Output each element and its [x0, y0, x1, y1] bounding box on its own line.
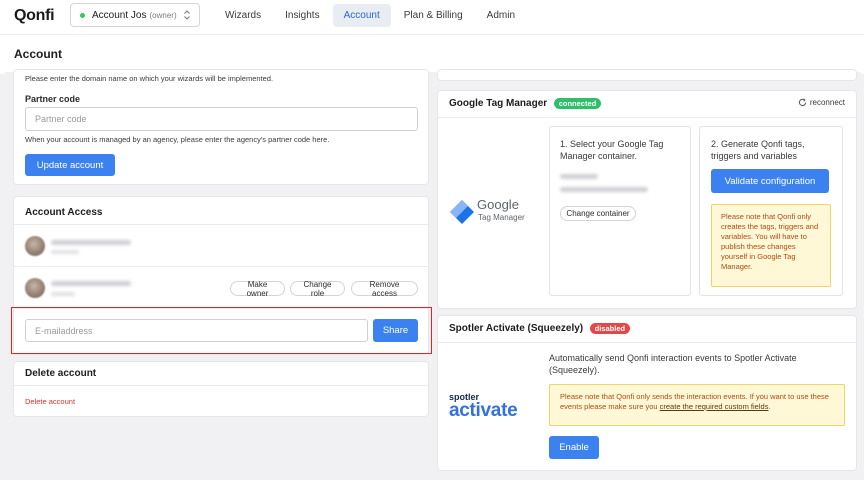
create-custom-fields-link[interactable]: create the required custom fields: [660, 402, 769, 411]
partner-code-label: Partner code: [25, 94, 81, 104]
spotler-note-end: .: [768, 402, 771, 411]
spotler-logo: spotler activate: [449, 392, 539, 428]
account-role: (owner): [149, 10, 177, 20]
chevron-up-down-icon: [184, 10, 190, 20]
top-navigation: Qonfi Account Jos (owner) Wizards Insigh…: [0, 0, 864, 34]
email-share-highlight: [11, 307, 432, 354]
divider: [14, 385, 428, 386]
status-dot-icon: [80, 12, 85, 18]
refresh-icon: [798, 98, 807, 107]
validate-configuration-button[interactable]: Validate configuration: [711, 169, 829, 193]
spotler-header: Spotler Activate (Squeezely) disabled: [449, 323, 631, 335]
update-account-button[interactable]: Update account: [25, 154, 115, 176]
gtm-logo-tag-manager: Tag Manager: [478, 213, 525, 222]
container-id-blurred: [560, 187, 648, 192]
enable-button[interactable]: Enable: [549, 436, 599, 459]
divider: [438, 117, 856, 118]
delete-account-title: Delete account: [25, 368, 97, 379]
divider: [14, 224, 428, 225]
partner-code-input[interactable]: [25, 107, 418, 131]
spotler-title: Spotler Activate (Squeezely): [449, 323, 584, 334]
remove-access-button[interactable]: Remove access: [351, 280, 418, 298]
gtm-title: Google Tag Manager: [449, 98, 548, 109]
gtm-logo-google: Google: [477, 197, 519, 212]
user-avatar: [25, 236, 45, 256]
reconnect-link[interactable]: reconnect: [798, 98, 845, 107]
divider: [14, 266, 428, 267]
account-name: Account Jos: [92, 9, 147, 21]
page-title: Account: [14, 47, 62, 61]
nav-account[interactable]: Account: [332, 4, 391, 27]
account-settings-card: Please enter the domain name on which yo…: [14, 70, 428, 184]
content-area: Please enter the domain name on which yo…: [5, 70, 861, 478]
make-owner-button[interactable]: Make owner: [230, 280, 285, 298]
user-avatar: [25, 278, 45, 298]
disabled-badge: disabled: [589, 323, 631, 335]
main-nav: Wizards Insights Account Plan & Billing …: [214, 4, 528, 27]
tag-manager-icon: [450, 200, 474, 224]
gtm-step-1-text: 1. Select your Google Tag Manager contai…: [560, 139, 664, 161]
spotler-note: Please note that Qonfi only sends the in…: [549, 384, 845, 426]
gtm-step-1-box: 1. Select your Google Tag Manager contai…: [549, 126, 691, 296]
delete-account-link[interactable]: Delete account: [25, 397, 75, 406]
integration-card-top: [438, 70, 856, 80]
spotler-description: Automatically send Qonfi interaction eve…: [549, 353, 797, 375]
gtm-header: Google Tag Manager connected: [449, 98, 602, 110]
divider: [438, 342, 856, 343]
change-container-button[interactable]: Change container: [560, 206, 636, 221]
spotler-activate-card: Spotler Activate (Squeezely) disabled sp…: [438, 316, 856, 470]
nav-wizards[interactable]: Wizards: [214, 4, 272, 27]
gtm-step-2-box: 2. Generate Qonfi tags, triggers and var…: [699, 126, 843, 296]
delete-account-card: Delete account Delete account: [14, 362, 428, 416]
change-role-button[interactable]: Change role: [290, 280, 345, 298]
gtm-logo: Google Tag Manager: [449, 195, 539, 231]
gtm-step-2-text: 2. Generate Qonfi tags, triggers and var…: [711, 139, 805, 161]
user-email-blurred: [51, 240, 131, 245]
domain-hint: Please enter the domain name on which yo…: [25, 74, 274, 83]
page-header: Account: [0, 34, 864, 74]
nav-plan-billing[interactable]: Plan & Billing: [393, 4, 474, 27]
account-switcher[interactable]: Account Jos (owner): [70, 3, 200, 27]
user-email-blurred: [51, 281, 131, 286]
reconnect-label: reconnect: [809, 98, 845, 107]
partner-code-hint: When your account is managed by an agenc…: [25, 135, 330, 144]
google-tag-manager-card: Google Tag Manager connected reconnect G…: [438, 91, 856, 308]
nav-admin[interactable]: Admin: [476, 4, 526, 27]
container-name-blurred: [560, 174, 598, 179]
qonfi-logo[interactable]: Qonfi: [14, 7, 55, 25]
user-role-blurred: [51, 250, 79, 254]
gtm-note: Please note that Qonfi only creates the …: [711, 204, 831, 287]
account-access-title: Account Access: [25, 207, 103, 218]
nav-insights[interactable]: Insights: [274, 4, 330, 27]
spotler-logo-line2: activate: [449, 400, 518, 421]
connected-badge: connected: [553, 98, 602, 110]
user-role-blurred: [51, 292, 75, 296]
